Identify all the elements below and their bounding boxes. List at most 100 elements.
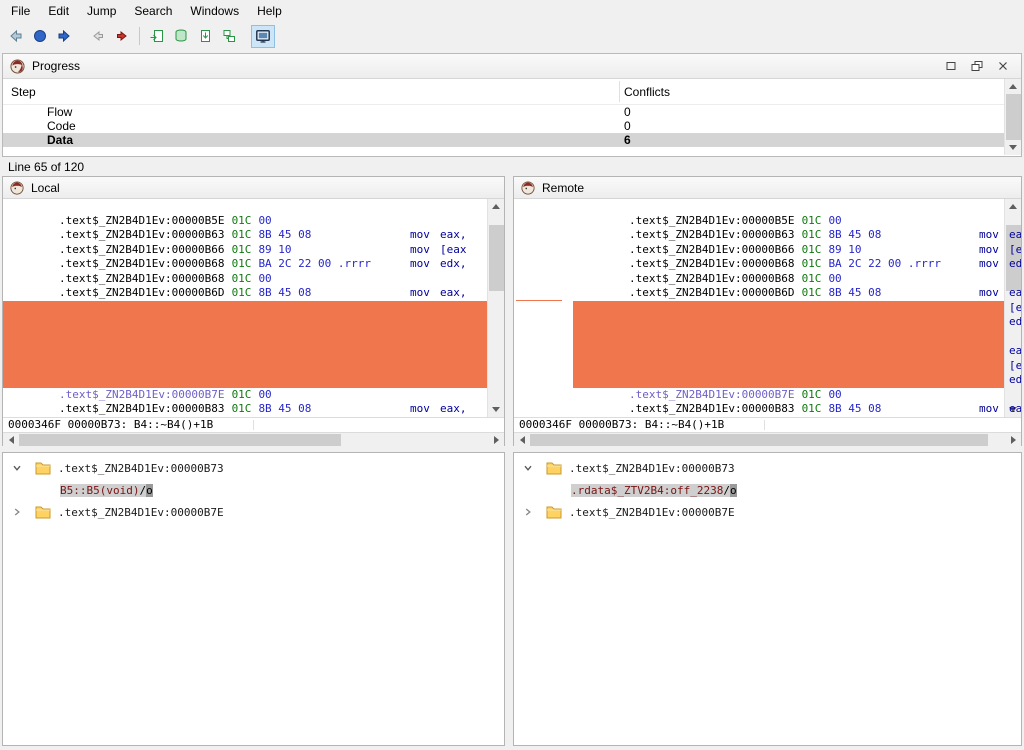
scroll-thumb[interactable] bbox=[530, 434, 988, 446]
listing-line[interactable]: .text$_ZN2B4D1Ev:00000B6801C00 bbox=[514, 257, 1004, 272]
tree-label-cursor: o bbox=[730, 484, 737, 497]
apply-code-icon[interactable] bbox=[193, 25, 217, 48]
jump-previous-icon[interactable] bbox=[86, 25, 110, 48]
listing-line[interactable]: .text$_ZN2B4D1Ev:00000B8601C89 50 30mov[… bbox=[3, 402, 487, 417]
chevron-down-icon[interactable] bbox=[12, 463, 22, 473]
tree-row[interactable]: .text$_ZN2B4D1Ev:00000B73 bbox=[3, 457, 504, 479]
current-position-icon[interactable] bbox=[28, 25, 52, 48]
tree-row[interactable]: .text$_ZN2B4D1Ev:00000B73 bbox=[514, 457, 1021, 479]
listing-line[interactable]: .text$_ZN2B4D1Ev:00000B8301C8B 45 08move… bbox=[514, 388, 1004, 403]
scroll-right-icon[interactable] bbox=[1005, 433, 1021, 447]
next-arrow-glyph bbox=[114, 28, 130, 44]
operand: [eax bbox=[1009, 301, 1021, 316]
scroll-up-icon[interactable] bbox=[1005, 199, 1021, 214]
operand: eax, bbox=[1009, 344, 1021, 359]
listing-line[interactable]: .text$_ZN2B4D1Ev:00000B5E01C00 bbox=[514, 199, 1004, 214]
step-label: Code bbox=[47, 119, 76, 133]
listing-line[interactable]: .text$_ZN2B4D1Ev:00000B7801C8B 45 08move… bbox=[3, 330, 487, 345]
tree-row[interactable]: B5::B5(void)/o bbox=[3, 479, 504, 501]
listing-line[interactable]: .text$_ZN2B4D1Ev:00000B7001C89 50 08mov[… bbox=[3, 286, 487, 301]
menu-file[interactable]: File bbox=[2, 1, 39, 21]
scroll-down-icon[interactable] bbox=[1005, 140, 1021, 155]
toolbar bbox=[0, 22, 1024, 50]
progress-row[interactable]: Flow 0 bbox=[3, 105, 1021, 119]
scroll-up-icon[interactable] bbox=[488, 199, 504, 214]
vertical-scrollbar[interactable] bbox=[487, 199, 504, 417]
scroll-down-icon[interactable] bbox=[488, 402, 504, 417]
listing-line[interactable]: .text$_ZN2B4D1Ev:00000B7801C8B 45 08move… bbox=[514, 330, 1004, 345]
listing-line[interactable]: .text$_ZN2B4D1Ev:00000B7301C00 bbox=[3, 315, 487, 330]
back-icon[interactable] bbox=[4, 25, 28, 48]
listing-line[interactable]: .text$_ZN2B4D1Ev:00000B7B01C89 50 18mov[… bbox=[514, 344, 1004, 359]
jump-next-icon[interactable] bbox=[110, 25, 134, 48]
menu-help[interactable]: Help bbox=[248, 1, 291, 21]
menu-edit[interactable]: Edit bbox=[39, 1, 78, 21]
progress-row[interactable]: Code 0 bbox=[3, 119, 1021, 133]
float-icon[interactable] bbox=[964, 56, 990, 76]
listing-line[interactable]: .text$_ZN2B4D1Ev:00000B6801CBA 2C 22 00 … bbox=[514, 243, 1004, 258]
listing-line[interactable]: .text$_ZN2B4D1Ev:00000B8601C89 50 30mov[… bbox=[514, 402, 1004, 417]
listing-line[interactable]: .text$_ZN2B4D1Ev:00000B7001C89 50 08mov[… bbox=[514, 286, 1004, 301]
local-pane: Local .text$_ZN2B4D1Ev:00000B5E01C00 .te… bbox=[2, 176, 505, 446]
listing-line[interactable]: .text$_ZN2B4D1Ev:00000B6D01C8B 45 08move… bbox=[3, 272, 487, 287]
listing-line[interactable]: .text$_ZN2B4D1Ev:00000B6801CBA 2C 22 00 … bbox=[3, 243, 487, 258]
scroll-left-icon[interactable] bbox=[514, 433, 530, 447]
listing-line[interactable]: .text$_ZN2B4D1Ev:00000B7301CBA 38 22 00 … bbox=[3, 301, 487, 316]
forward-icon[interactable] bbox=[52, 25, 76, 48]
menu-jump[interactable]: Jump bbox=[78, 1, 125, 21]
listing-line[interactable]: .text$_ZN2B4D1Ev:00000B5E01C00 bbox=[3, 199, 487, 214]
chevron-right-icon[interactable] bbox=[523, 507, 533, 517]
display-view-icon[interactable] bbox=[251, 25, 275, 48]
listing-line[interactable]: .text$_ZN2B4D1Ev:00000B6601C89 10mov[eax bbox=[514, 228, 1004, 243]
scroll-right-icon[interactable] bbox=[488, 433, 504, 447]
float-glyph bbox=[970, 59, 984, 73]
tree-row[interactable]: .text$_ZN2B4D1Ev:00000B7E bbox=[3, 501, 504, 523]
listing-line[interactable]: .text$_ZN2B4D1Ev:00000B6301C8B 45 08move… bbox=[3, 214, 487, 229]
listing-line[interactable]: .text$_ZN2B4D1Ev:00000B7301CBA 38 22 00 … bbox=[514, 301, 1004, 316]
listing-line[interactable]: .text$_ZN2B4D1Ev:00000B6D01C8B 45 08move… bbox=[514, 272, 1004, 287]
listing-line[interactable]: .text$_ZN2B4D1Ev:00000B6301C8B 45 08move… bbox=[514, 214, 1004, 229]
chevron-right-icon[interactable] bbox=[12, 507, 22, 517]
horizontal-scrollbar[interactable] bbox=[514, 432, 1021, 447]
scroll-thumb[interactable] bbox=[1006, 94, 1021, 140]
tree-row[interactable]: .text$_ZN2B4D1Ev:00000B7E bbox=[514, 501, 1021, 523]
horizontal-scrollbar[interactable] bbox=[3, 432, 504, 447]
listing-line[interactable]: .text$_ZN2B4D1Ev:00000B7E01CBA 44 22 00 … bbox=[3, 359, 487, 374]
remote-pane-titlebar[interactable]: Remote bbox=[514, 177, 1021, 199]
listing-line[interactable]: .text$_ZN2B4D1Ev:00000B8301C8B 45 08move… bbox=[3, 388, 487, 403]
tree-label: B5::B5(void) bbox=[60, 484, 139, 497]
local-pane-titlebar[interactable]: Local bbox=[3, 177, 504, 199]
forward-arrow-glyph bbox=[56, 28, 72, 44]
menu-bar: File Edit Jump Search Windows Help bbox=[0, 0, 1024, 22]
progress-titlebar[interactable]: Progress bbox=[3, 54, 1021, 79]
scroll-left-icon[interactable] bbox=[3, 433, 19, 447]
local-status-bar: 0000346F 00000B73: B4::~B4()+1B bbox=[3, 417, 504, 432]
menu-windows[interactable]: Windows bbox=[181, 1, 248, 21]
listing-line[interactable]: .text$_ZN2B4D1Ev:00000B7301C00 bbox=[514, 315, 1004, 330]
tree-row[interactable]: .rdata$_ZTV2B4:off_2238/o bbox=[514, 479, 1021, 501]
window-buttons bbox=[938, 56, 1016, 76]
progress-panel: Progress Step Conflicts Flow 0 bbox=[2, 53, 1022, 157]
apply-data-icon[interactable] bbox=[217, 25, 241, 48]
maximize-icon[interactable] bbox=[938, 56, 964, 76]
vertical-scrollbar[interactable] bbox=[1004, 79, 1021, 155]
listing-line[interactable]: .text$_ZN2B4D1Ev:00000B7E01C00 bbox=[514, 373, 1004, 388]
pane-title-label: Remote bbox=[542, 181, 584, 195]
listing-line[interactable]: .text$_ZN2B4D1Ev:00000B6801C00 bbox=[3, 257, 487, 272]
menu-search[interactable]: Search bbox=[125, 1, 181, 21]
apply-database-icon[interactable] bbox=[169, 25, 193, 48]
apply-flow-icon[interactable] bbox=[145, 25, 169, 48]
progress-row[interactable]: Data 6 bbox=[3, 133, 1021, 147]
progress-table-header: Step Conflicts bbox=[3, 79, 1021, 105]
scroll-thumb[interactable] bbox=[489, 225, 504, 291]
listing-line[interactable]: .text$_ZN2B4D1Ev:00000B7B01C89 50 18mov[… bbox=[3, 344, 487, 359]
close-icon[interactable] bbox=[990, 56, 1016, 76]
chevron-down-icon[interactable] bbox=[523, 463, 533, 473]
scroll-up-icon[interactable] bbox=[1005, 79, 1021, 94]
folder-icon bbox=[35, 505, 51, 519]
scroll-thumb[interactable] bbox=[19, 434, 341, 446]
page-download-glyph bbox=[197, 28, 213, 44]
listing-line[interactable]: .text$_ZN2B4D1Ev:00000B6601C89 10mov[eax bbox=[3, 228, 487, 243]
listing-line[interactable]: .text$_ZN2B4D1Ev:00000B7E01CBA 44 22 00 … bbox=[514, 359, 1004, 374]
listing-line[interactable]: .text$_ZN2B4D1Ev:00000B7E01C00 bbox=[3, 373, 487, 388]
